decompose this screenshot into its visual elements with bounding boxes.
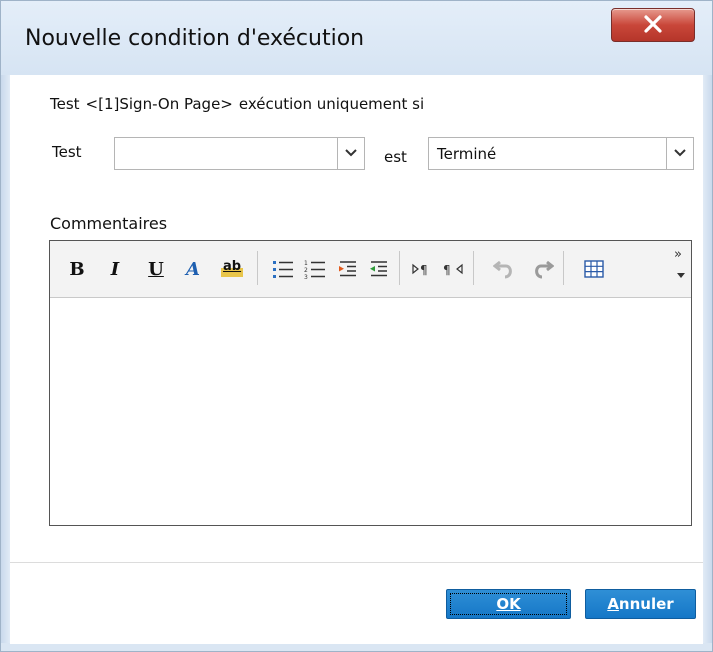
rtl-button[interactable]: ¶ (442, 258, 464, 280)
indent-button[interactable] (338, 258, 358, 280)
frame-bottom (1, 643, 712, 651)
test-select-dropdown[interactable] (337, 138, 364, 169)
close-button[interactable] (611, 8, 695, 42)
test-select[interactable] (114, 137, 365, 170)
undo-icon (493, 260, 512, 279)
chevron-down-icon (674, 149, 686, 157)
condition-description: Test <[1]Sign-On Page> exécution uniquemen… (50, 95, 430, 113)
ok-button[interactable]: OK (446, 589, 571, 619)
test-label: Test (52, 143, 82, 161)
svg-text:2: 2 (304, 267, 308, 274)
state-select-dropdown[interactable] (666, 138, 693, 169)
state-label: est (384, 148, 407, 166)
overflow-arrow-icon (677, 273, 685, 278)
focus-rectangle (450, 593, 567, 615)
editor-toolbar: B I U A ab 1 2 3 ¶ ¶ » (50, 241, 691, 298)
italic-button[interactable]: I (107, 258, 123, 280)
bullet-list-button[interactable] (272, 258, 294, 280)
bold-button[interactable]: B (69, 258, 85, 280)
outdent-button[interactable] (369, 258, 389, 280)
numbered-list-button[interactable]: 1 2 3 (304, 258, 326, 280)
toolbar-separator (473, 251, 474, 285)
svg-text:¶: ¶ (443, 263, 451, 276)
comments-editor: B I U A ab 1 2 3 ¶ ¶ » (49, 240, 692, 526)
toolbar-overflow-button[interactable]: » (674, 247, 688, 287)
toolbar-separator (563, 251, 564, 285)
frame-right (703, 75, 712, 645)
insert-table-button[interactable] (584, 258, 604, 280)
svg-text:3: 3 (304, 274, 308, 279)
condition-test-name: <[1]Sign-On Page> (85, 95, 233, 113)
indent-icon (339, 261, 356, 277)
redo-icon (535, 260, 554, 279)
dialog-content: Test <[1]Sign-On Page> exécution uniquemen… (10, 75, 703, 644)
redo-button[interactable] (532, 258, 554, 280)
overflow-label: » (674, 247, 682, 262)
cancel-button[interactable]: Annuler (585, 589, 696, 619)
outdent-icon (370, 261, 387, 277)
frame-left (1, 75, 10, 645)
close-icon (644, 15, 662, 33)
comments-text-area[interactable] (50, 298, 691, 525)
right-to-left-icon: ¶ (443, 263, 463, 276)
state-select-value: Terminé (437, 145, 497, 163)
svg-text:¶: ¶ (420, 263, 428, 276)
svg-text:1: 1 (304, 260, 308, 267)
comments-label: Commentaires (50, 214, 168, 233)
dialog-title: Nouvelle condition d'exécution (25, 26, 365, 51)
numbered-list-icon: 1 2 3 (304, 260, 325, 279)
table-icon (584, 260, 604, 278)
condition-suffix: exécution uniquement si (238, 95, 425, 113)
bullet-list-icon (273, 261, 293, 278)
underline-button[interactable]: U (148, 258, 164, 280)
toolbar-separator (257, 251, 258, 285)
chevron-down-icon (345, 149, 357, 157)
state-select[interactable]: Terminé (428, 137, 694, 170)
undo-button[interactable] (493, 258, 515, 280)
left-to-right-icon: ¶ (412, 263, 428, 276)
font-color-button[interactable]: A (185, 258, 201, 280)
ltr-button[interactable]: ¶ (412, 258, 434, 280)
cancel-button-label: Annuler (607, 595, 674, 613)
highlight-button[interactable]: ab (221, 255, 244, 277)
dialog-window: Nouvelle condition d'exécution Test <[1]S… (0, 0, 713, 652)
title-bar[interactable]: Nouvelle condition d'exécution (1, 1, 712, 75)
condition-prefix: Test (50, 95, 80, 113)
toolbar-separator (399, 251, 400, 285)
